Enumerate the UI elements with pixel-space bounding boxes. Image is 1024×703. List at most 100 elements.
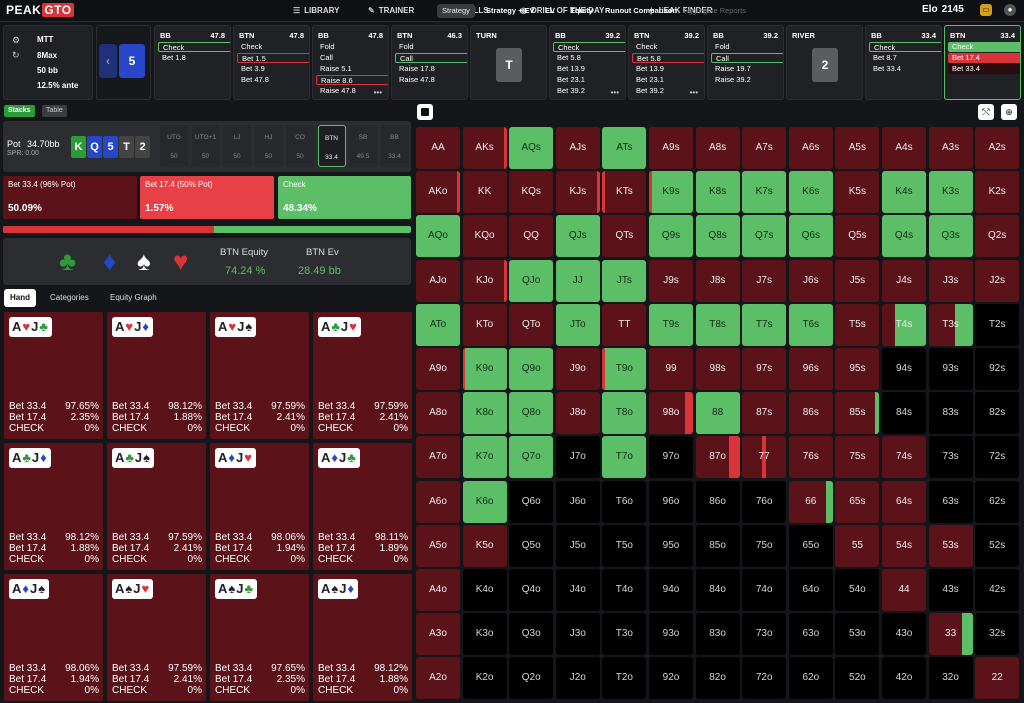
hand-cell-t8o[interactable]: T8o — [602, 392, 647, 435]
hand-cell-a6o[interactable]: A6o — [416, 480, 460, 523]
action-option[interactable]: Call — [395, 53, 467, 63]
hand-cell-t3o[interactable]: T3o — [602, 613, 647, 656]
hand-cell-j4o[interactable]: J4o — [555, 569, 600, 611]
hand-cell-a4s[interactable]: A4s — [882, 127, 926, 169]
hand-cell-a2s[interactable]: A2s — [975, 127, 1020, 169]
hand-combo-card[interactable]: A♣J♦ Bet 33.4 98.12% Bet 17.4 1.88% CHECK 0% — [4, 443, 103, 570]
hand-cell-k7o[interactable]: K7o — [462, 436, 507, 479]
action-option[interactable]: Bet 13.9 — [553, 64, 625, 74]
hand-cell-q5o[interactable]: Q5o — [509, 524, 554, 567]
hand-cell-a5s[interactable]: A5s — [835, 127, 880, 169]
hand-cell-k8s[interactable]: K8s — [695, 171, 740, 214]
action-option[interactable]: Bet 17.4 — [948, 53, 1020, 63]
share-icon[interactable]: ⤲ — [978, 104, 994, 120]
hand-cell-k2o[interactable]: K2o — [462, 657, 507, 700]
action-option[interactable]: Fold — [316, 42, 388, 52]
hand-cell-kto[interactable]: KTo — [462, 303, 507, 346]
action-option[interactable]: Bet 5.8 — [632, 53, 704, 63]
gear-icon[interactable]: ⚙ — [12, 35, 20, 46]
hand-cell-qts[interactable]: QTs — [602, 215, 647, 258]
tab-aggregate-reports[interactable]: Aggregate Reports — [678, 4, 751, 18]
action-option[interactable]: Raise 47.8 — [395, 75, 467, 85]
hand-cell-93s[interactable]: 93s — [928, 348, 973, 390]
hand-cell-55[interactable]: 55 — [835, 524, 880, 567]
hand-cell-42o[interactable]: 42o — [882, 657, 926, 700]
hand-cell-94o[interactable]: 94o — [649, 569, 693, 611]
hand-cell-t5o[interactable]: T5o — [602, 524, 647, 567]
hand-cell-k4o[interactable]: K4o — [462, 569, 507, 611]
hand-cell-k5o[interactable]: K5o — [462, 524, 507, 567]
nav-item-library[interactable]: ☰ LIBRARY — [293, 6, 339, 15]
hand-cell-k8o[interactable]: K8o — [462, 392, 507, 435]
hand-cell-83s[interactable]: 83s — [928, 392, 973, 435]
hand-cell-74s[interactable]: 74s — [882, 436, 926, 479]
hand-cell-96o[interactable]: 96o — [649, 480, 693, 523]
hand-cell-a3s[interactable]: A3s — [928, 127, 973, 169]
hand-cell-q2o[interactable]: Q2o — [509, 657, 554, 700]
hand-cell-63o[interactable]: 63o — [788, 613, 833, 656]
hand-cell-q3s[interactable]: Q3s — [928, 215, 973, 258]
hand-cell-aqo[interactable]: AQo — [416, 215, 460, 258]
action-option[interactable]: Call — [711, 53, 783, 63]
hand-combo-card[interactable]: A♥J♣ Bet 33.4 97.65% Bet 17.4 2.35% CHECK 0% — [4, 312, 103, 439]
hand-cell-j3s[interactable]: J3s — [928, 259, 973, 302]
hand-cell-76s[interactable]: 76s — [788, 436, 833, 479]
tab-hand[interactable]: Hand — [4, 289, 36, 307]
hand-cell-82o[interactable]: 82o — [695, 657, 740, 700]
hand-cell-k6o[interactable]: K6o — [462, 480, 507, 523]
action-option[interactable]: Check — [158, 42, 230, 52]
hand-cell-a8s[interactable]: A8s — [695, 127, 740, 169]
hand-cell-32s[interactable]: 32s — [975, 613, 1020, 656]
hand-cell-kjs[interactable]: KJs — [555, 171, 600, 214]
hand-cell-93o[interactable]: 93o — [649, 613, 693, 656]
hand-cell-j2o[interactable]: J2o — [555, 657, 600, 700]
hand-cell-t6s[interactable]: T6s — [788, 303, 833, 346]
hand-cell-44[interactable]: 44 — [882, 569, 926, 611]
tab-runout-comparison[interactable]: Runout Comparison — [600, 4, 682, 18]
hand-combo-card[interactable]: A♣J♠ Bet 33.4 97.59% Bet 17.4 2.41% CHECK 0% — [107, 443, 206, 570]
hand-cell-64o[interactable]: 64o — [788, 569, 833, 611]
hand-cell-q4s[interactable]: Q4s — [882, 215, 926, 258]
hand-cell-82s[interactable]: 82s — [975, 392, 1020, 435]
hand-cell-q6o[interactable]: Q6o — [509, 480, 554, 523]
hand-cell-84s[interactable]: 84s — [882, 392, 926, 435]
hand-cell-jts[interactable]: JTs — [602, 259, 647, 302]
hand-cell-q5s[interactable]: Q5s — [835, 215, 880, 258]
more-icon[interactable]: ••• — [690, 88, 698, 97]
hand-cell-q3o[interactable]: Q3o — [509, 613, 554, 656]
hand-cell-t4o[interactable]: T4o — [602, 569, 647, 611]
hand-cell-96s[interactable]: 96s — [788, 348, 833, 390]
hand-cell-kjo[interactable]: KJo — [462, 259, 507, 302]
seat-co[interactable]: CO 50 — [286, 125, 314, 167]
hand-cell-t4s[interactable]: T4s — [882, 303, 926, 346]
hand-combo-card[interactable]: A♥J♦ Bet 33.4 98.12% Bet 17.4 1.88% CHECK 0% — [107, 312, 206, 439]
tab-table[interactable]: Table — [42, 105, 67, 117]
hand-cell-83o[interactable]: 83o — [695, 613, 740, 656]
hand-cell-q4o[interactable]: Q4o — [509, 569, 554, 611]
action-option[interactable]: Raise 39.2 — [711, 75, 783, 85]
hand-cell-aa[interactable]: AA — [416, 127, 460, 169]
hand-cell-t9s[interactable]: T9s — [649, 303, 693, 346]
nav-item-trainer[interactable]: ✎ TRAINER — [368, 6, 414, 15]
hand-cell-77[interactable]: 77 — [742, 436, 787, 479]
seat-btn[interactable]: BTN 33.4 — [317, 125, 346, 167]
hand-cell-j8s[interactable]: J8s — [695, 259, 740, 302]
hand-cell-j3o[interactable]: J3o — [555, 613, 600, 656]
hand-cell-43s[interactable]: 43s — [928, 569, 973, 611]
hand-cell-qjs[interactable]: QJs — [555, 215, 600, 258]
hand-cell-q8o[interactable]: Q8o — [509, 392, 554, 435]
hand-cell-qq[interactable]: QQ — [509, 215, 554, 258]
hand-combo-card[interactable]: A♠J♦ Bet 33.4 98.12% Bet 17.4 1.88% CHECK 0% — [313, 574, 412, 701]
hand-cell-87s[interactable]: 87s — [742, 392, 787, 435]
tab-equity[interactable]: Equity — [565, 4, 598, 18]
hand-cell-86s[interactable]: 86s — [788, 392, 833, 435]
hand-cell-33[interactable]: 33 — [928, 613, 973, 656]
more-icon[interactable]: ••• — [611, 88, 619, 97]
hand-cell-75o[interactable]: 75o — [742, 524, 787, 567]
seat-lj[interactable]: LJ 50 — [223, 125, 251, 167]
hand-cell-t5s[interactable]: T5s — [835, 303, 880, 346]
hand-cell-k6s[interactable]: K6s — [788, 171, 833, 214]
hand-cell-a2o[interactable]: A2o — [416, 657, 460, 700]
hand-cell-q7o[interactable]: Q7o — [509, 436, 554, 479]
hand-cell-97o[interactable]: 97o — [649, 436, 693, 479]
